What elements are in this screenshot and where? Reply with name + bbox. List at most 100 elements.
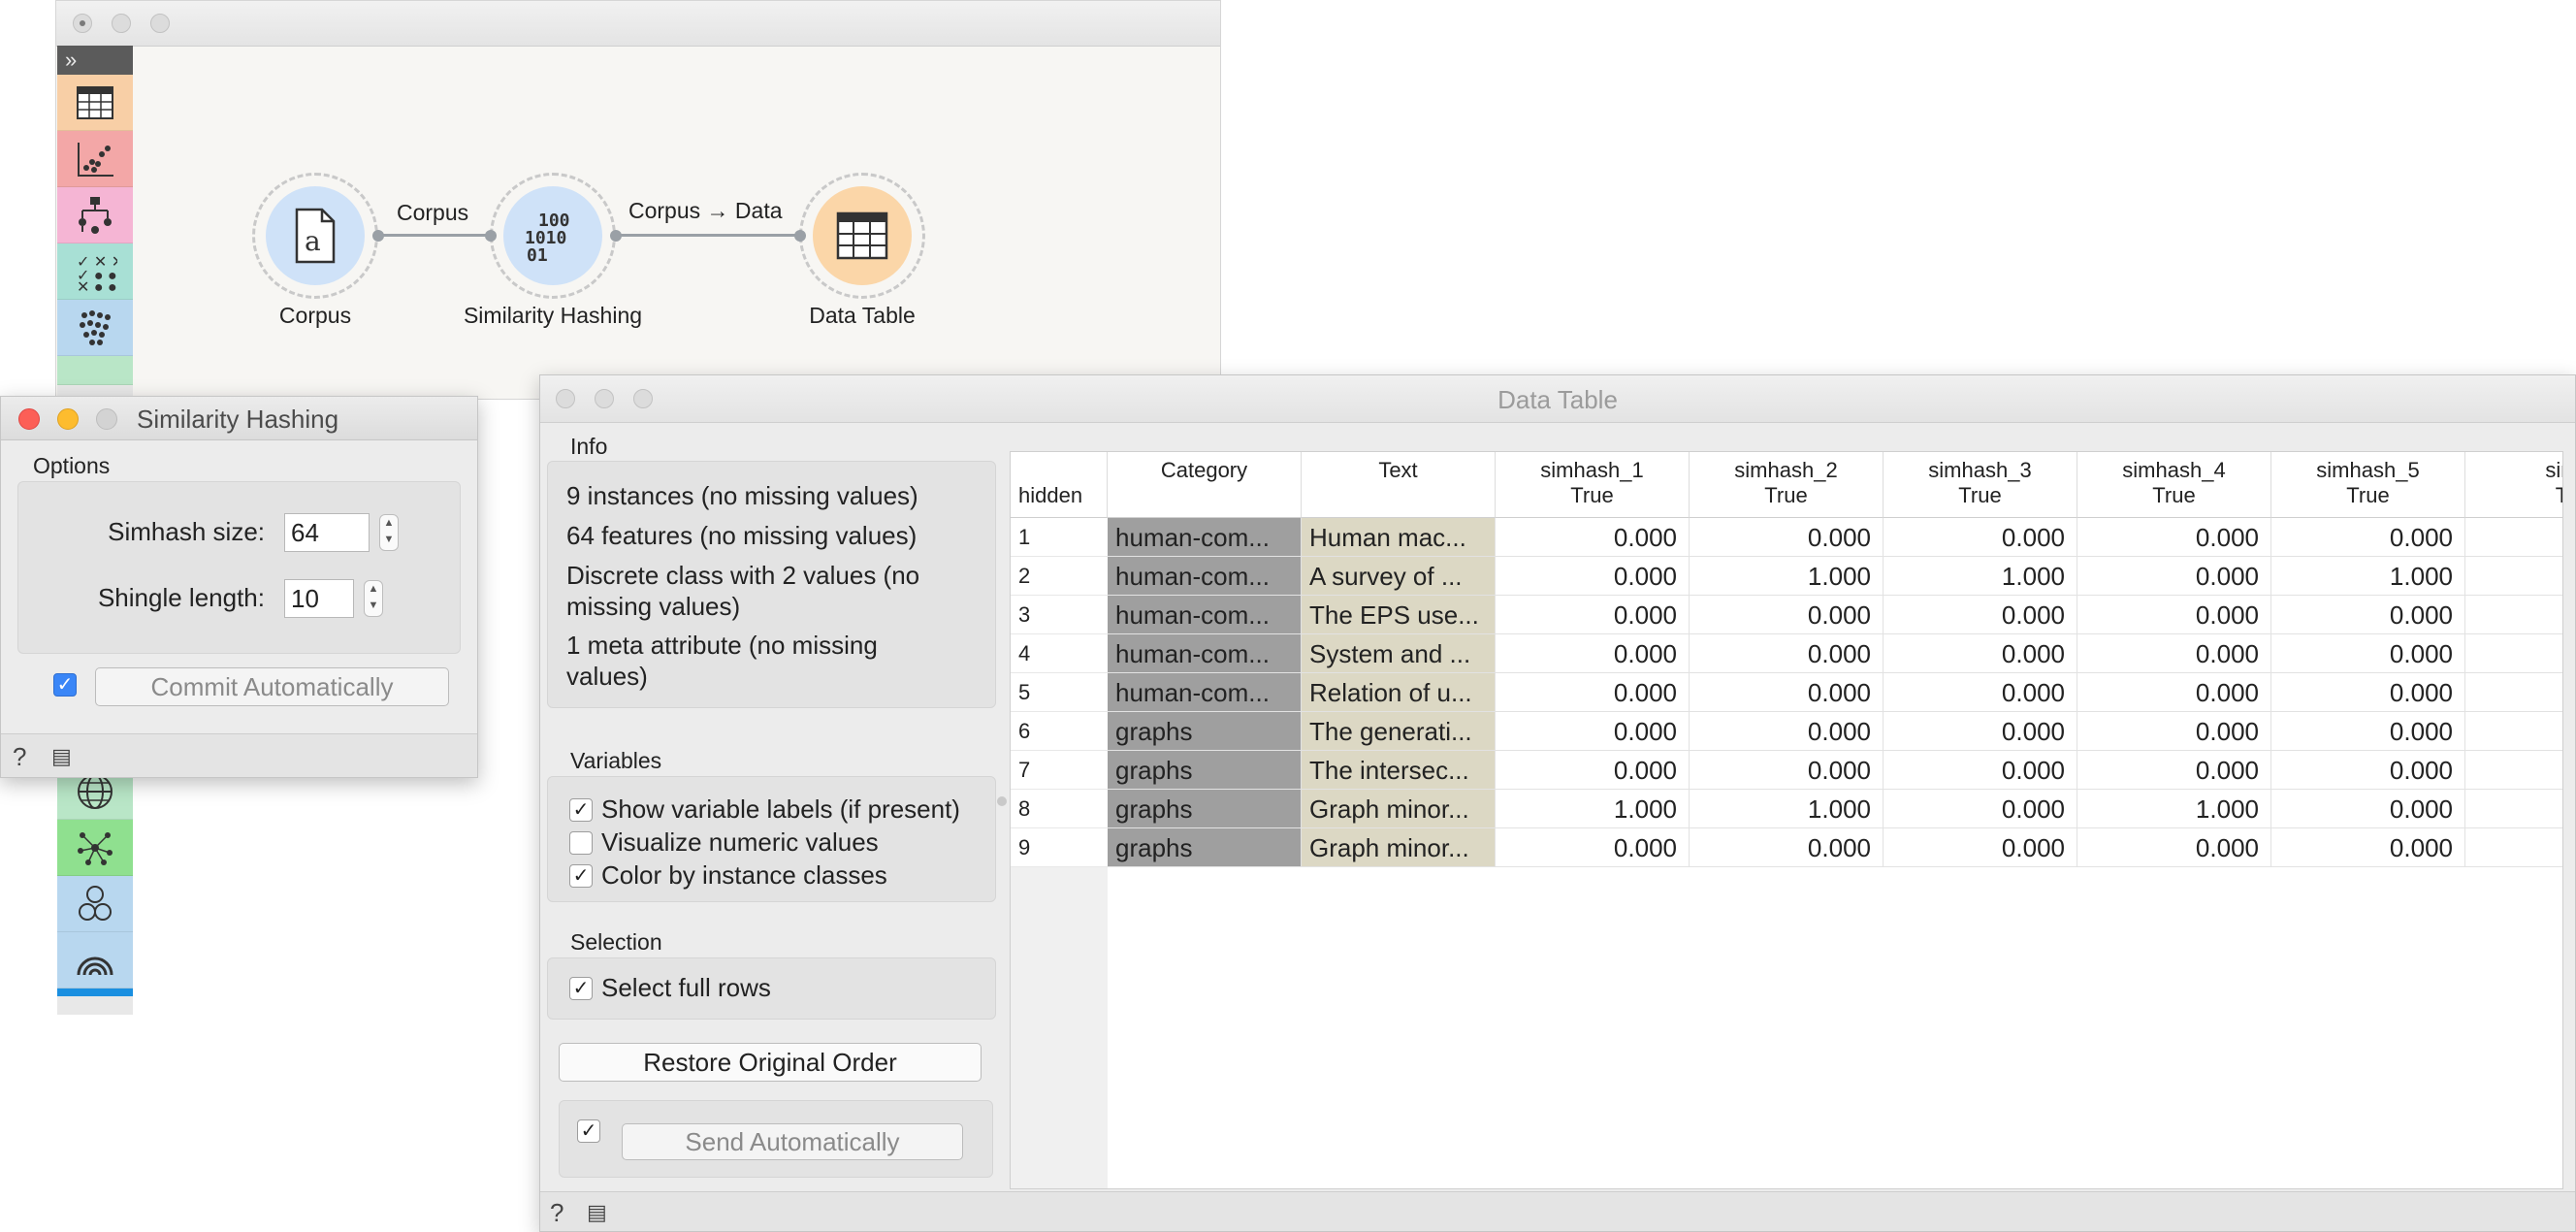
value-cell[interactable]: 1.000 bbox=[2271, 557, 2465, 596]
value-cell[interactable]: 0.000 bbox=[2271, 712, 2465, 751]
help-icon[interactable]: ? bbox=[13, 742, 26, 772]
splitter-handle[interactable] bbox=[997, 796, 1007, 806]
value-cell[interactable]: 0.000 bbox=[1496, 712, 1690, 751]
value-cell[interactable]: 0.000 bbox=[1690, 596, 1884, 634]
value-cell[interactable] bbox=[2465, 518, 2562, 557]
partial-tile-icon[interactable] bbox=[57, 356, 133, 385]
value-cell[interactable]: 0.000 bbox=[1690, 634, 1884, 673]
value-cell[interactable]: 0.000 bbox=[2077, 634, 2271, 673]
row-number[interactable]: 9 bbox=[1011, 828, 1108, 867]
value-cell[interactable] bbox=[2465, 673, 2562, 712]
value-cell[interactable]: 0.000 bbox=[1884, 790, 2077, 828]
simhash-size-input[interactable]: 64 bbox=[284, 513, 370, 552]
text-cell[interactable]: The EPS use... bbox=[1302, 596, 1496, 634]
value-cell[interactable]: 0.000 bbox=[1884, 634, 2077, 673]
value-cell[interactable]: 0.000 bbox=[1496, 673, 1690, 712]
column-header[interactable]: Category bbox=[1108, 452, 1302, 518]
value-cell[interactable]: 0.000 bbox=[2077, 712, 2271, 751]
close-button[interactable] bbox=[18, 408, 40, 430]
visualize-numeric-checkbox[interactable] bbox=[569, 831, 593, 855]
value-cell[interactable]: 1.000 bbox=[1496, 790, 1690, 828]
report-icon[interactable]: ▤ bbox=[587, 1200, 607, 1225]
close-button[interactable] bbox=[73, 14, 92, 33]
category-cell[interactable]: graphs bbox=[1108, 828, 1302, 867]
column-header[interactable]: simhash_4 True bbox=[2077, 452, 2271, 518]
commit-automatically-checkbox[interactable]: ✓ bbox=[53, 673, 77, 697]
value-cell[interactable]: 0.000 bbox=[2271, 828, 2465, 867]
category-cell[interactable]: human-com... bbox=[1108, 557, 1302, 596]
minimize-button[interactable] bbox=[57, 408, 79, 430]
value-cell[interactable]: 0.000 bbox=[1690, 751, 1884, 790]
value-cell[interactable]: 0.000 bbox=[1884, 751, 2077, 790]
send-automatically-checkbox[interactable]: ✓ bbox=[577, 1119, 600, 1143]
value-cell[interactable]: 1.000 bbox=[2077, 790, 2271, 828]
node-corpus[interactable]: a Corpus bbox=[252, 173, 384, 338]
value-cell[interactable]: 0.000 bbox=[1884, 712, 2077, 751]
output-anchor[interactable] bbox=[610, 230, 622, 242]
value-cell[interactable]: 0.000 bbox=[1690, 673, 1884, 712]
column-header[interactable]: simhash_5 True bbox=[2271, 452, 2465, 518]
shingle-length-input[interactable]: 10 bbox=[284, 579, 354, 618]
link-corpus-data[interactable] bbox=[614, 234, 804, 237]
text-cell[interactable]: A survey of ... bbox=[1302, 557, 1496, 596]
row-number[interactable]: 5 bbox=[1011, 673, 1108, 712]
category-cell[interactable]: human-com... bbox=[1108, 596, 1302, 634]
value-cell[interactable]: 0.000 bbox=[1884, 596, 2077, 634]
text-cell[interactable]: The intersec... bbox=[1302, 751, 1496, 790]
value-cell[interactable]: 0.000 bbox=[1690, 712, 1884, 751]
send-button[interactable]: Send Automatically bbox=[622, 1123, 963, 1160]
value-cell[interactable]: 0.000 bbox=[1884, 828, 2077, 867]
output-anchor[interactable] bbox=[372, 230, 384, 242]
row-number[interactable]: 7 bbox=[1011, 751, 1108, 790]
select-rows-checkbox[interactable]: ✓ bbox=[569, 977, 593, 1000]
column-header[interactable]: simhash_1 True bbox=[1496, 452, 1690, 518]
value-cell[interactable]: 0.000 bbox=[2077, 518, 2271, 557]
value-cell[interactable]: 0.000 bbox=[1496, 518, 1690, 557]
node-similarity-hashing[interactable]: 100 1010 01 Similarity Hashing bbox=[464, 173, 642, 338]
shingle-length-stepper[interactable]: ▲ ▼ bbox=[364, 580, 383, 617]
value-cell[interactable] bbox=[2465, 634, 2562, 673]
zoom-button[interactable] bbox=[150, 14, 170, 33]
value-cell[interactable]: 0.000 bbox=[2077, 557, 2271, 596]
tree-icon[interactable] bbox=[57, 187, 133, 243]
category-cell[interactable]: graphs bbox=[1108, 712, 1302, 751]
value-cell[interactable]: 0.000 bbox=[1884, 518, 2077, 557]
value-cell[interactable]: 1.000 bbox=[1690, 790, 1884, 828]
value-cell[interactable] bbox=[2465, 751, 2562, 790]
node-data-table[interactable]: Data Table bbox=[794, 173, 925, 338]
value-cell[interactable] bbox=[2465, 557, 2562, 596]
value-cell[interactable]: 0.000 bbox=[1496, 828, 1690, 867]
text-cell[interactable]: Relation of u... bbox=[1302, 673, 1496, 712]
value-cell[interactable] bbox=[2465, 712, 2562, 751]
category-cell[interactable]: human-com... bbox=[1108, 518, 1302, 557]
value-cell[interactable]: 0.000 bbox=[2077, 596, 2271, 634]
value-cell[interactable]: 0.000 bbox=[2271, 751, 2465, 790]
data-grid[interactable]: hidden Category Text simhash_1 True simhash_… bbox=[1010, 451, 2563, 1189]
category-cell[interactable]: human-com... bbox=[1108, 673, 1302, 712]
value-cell[interactable]: 0.000 bbox=[2271, 596, 2465, 634]
category-cell[interactable]: graphs bbox=[1108, 790, 1302, 828]
help-icon[interactable]: ? bbox=[550, 1198, 564, 1228]
report-icon[interactable]: ▤ bbox=[51, 744, 72, 769]
color-by-class-checkbox[interactable]: ✓ bbox=[569, 864, 593, 888]
value-cell[interactable] bbox=[2465, 790, 2562, 828]
value-cell[interactable]: 0.000 bbox=[1496, 634, 1690, 673]
value-cell[interactable]: 0.000 bbox=[2271, 790, 2465, 828]
collapse-toolbox-icon[interactable]: » bbox=[57, 46, 133, 75]
zoom-button[interactable] bbox=[96, 408, 117, 430]
value-cell[interactable] bbox=[2465, 596, 2562, 634]
text-cell[interactable]: Human mac... bbox=[1302, 518, 1496, 557]
row-number[interactable]: 1 bbox=[1011, 518, 1108, 557]
row-number[interactable]: 6 bbox=[1011, 712, 1108, 751]
dots-cluster-icon[interactable] bbox=[57, 300, 133, 356]
text-cell[interactable]: The generati... bbox=[1302, 712, 1496, 751]
value-cell[interactable]: 0.000 bbox=[2271, 673, 2465, 712]
column-header[interactable]: Text bbox=[1302, 452, 1496, 518]
category-cell[interactable]: human-com... bbox=[1108, 634, 1302, 673]
text-cell[interactable]: Graph minor... bbox=[1302, 790, 1496, 828]
row-number[interactable]: 4 bbox=[1011, 634, 1108, 673]
value-cell[interactable]: 0.000 bbox=[1884, 673, 2077, 712]
simhash-size-stepper[interactable]: ▲ ▼ bbox=[379, 514, 399, 551]
checks-icon[interactable]: ✓ ✕ ✕✓ ● ●✕ ● ● bbox=[57, 243, 133, 300]
text-cell[interactable]: System and ... bbox=[1302, 634, 1496, 673]
